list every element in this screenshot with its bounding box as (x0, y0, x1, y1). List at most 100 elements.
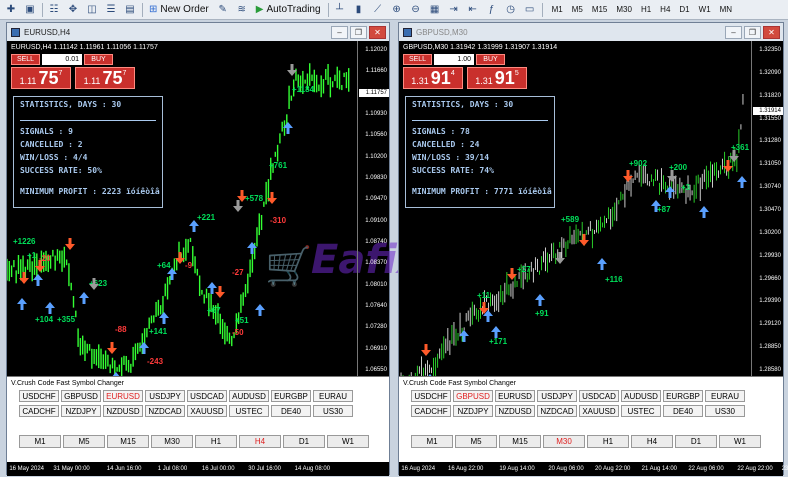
toolbar-tf-h1[interactable]: H1 (641, 5, 651, 14)
buy-price-button[interactable]: 1.31 91 5 (467, 67, 527, 89)
timeframe-button-m5[interactable]: M5 (455, 435, 497, 448)
symbol-button-us30[interactable]: US30 (705, 405, 745, 417)
symbol-button-eurgbp[interactable]: EURGBP (271, 390, 311, 402)
timeframe-button-m30[interactable]: M30 (151, 435, 193, 448)
symbol-button-xauusd[interactable]: XAUUSD (187, 405, 227, 417)
sell-price-button[interactable]: 1.31 91 4 (403, 67, 463, 89)
symbol-button-audusd[interactable]: AUDUSD (229, 390, 269, 402)
bar-chart-icon[interactable]: ┴ (332, 2, 348, 18)
timeframe-button-m30[interactable]: M30 (543, 435, 585, 448)
close-icon[interactable]: ✕ (369, 25, 386, 39)
toolbar-tf-h4[interactable]: H4 (660, 5, 670, 14)
symbol-button-usdjpy[interactable]: USDJPY (145, 390, 185, 402)
timeframe-button-m1[interactable]: M1 (411, 435, 453, 448)
toolbar-tf-m1[interactable]: M1 (552, 5, 563, 14)
lot-size-input[interactable]: 0.01 (42, 54, 82, 65)
minimize-icon[interactable]: – (725, 25, 742, 39)
zoom-in-icon[interactable]: ⊕ (389, 2, 405, 18)
symbol-button-xauusd[interactable]: XAUUSD (579, 405, 619, 417)
maximize-icon[interactable]: ❐ (350, 25, 367, 39)
timeframe-button-m5[interactable]: M5 (63, 435, 105, 448)
sell-button[interactable]: SELL (11, 54, 40, 65)
symbol-button-eurau[interactable]: EURAU (313, 390, 353, 402)
price-axis[interactable]: 1.32350 1.32090 1.31820 1.31550 1.31280 1.310… (751, 41, 783, 376)
metaeditor-icon[interactable]: ✎ (215, 2, 231, 18)
symbol-button-de40[interactable]: DE40 (271, 405, 311, 417)
timeframe-button-h1[interactable]: H1 (587, 435, 629, 448)
timeframe-button-m1[interactable]: M1 (19, 435, 61, 448)
buy-price-button[interactable]: 1.11 75 7 (75, 67, 135, 89)
toolbar-tf-m15[interactable]: M15 (592, 5, 608, 14)
toolbar-tf-d1[interactable]: D1 (679, 5, 689, 14)
buy-button[interactable]: BUY (476, 54, 505, 65)
tile-icon[interactable]: ▦ (427, 2, 443, 18)
symbol-button-usdjpy[interactable]: USDJPY (537, 390, 577, 402)
chart-window-gbpusd[interactable]: GBPUSD,M30 –❐✕ EafixGBPUSD,M30 1.31942 1.3… (398, 22, 788, 476)
data-window-icon[interactable]: ◫ (84, 2, 100, 18)
chart-area[interactable]: 🛒 Eafix EURUSD,H4 1.11142 1.11961 1.11056 … (7, 41, 423, 399)
symbol-button-nzdusd[interactable]: NZDUSD (103, 405, 143, 417)
symbol-button-audusd[interactable]: AUDUSD (621, 390, 661, 402)
sell-button[interactable]: SELL (403, 54, 432, 65)
timeframe-button-h4[interactable]: H4 (631, 435, 673, 448)
symbol-button-gbpusd[interactable]: GBPUSD (453, 390, 493, 402)
symbol-button-cadchf[interactable]: CADCHF (411, 405, 451, 417)
terminal-icon[interactable]: ▤ (122, 2, 138, 18)
symbol-button-gbpusd[interactable]: GBPUSD (61, 390, 101, 402)
symbol-button-eurusd[interactable]: EURUSD (495, 390, 535, 402)
symbol-button-eurgbp[interactable]: EURGBP (663, 390, 703, 402)
minimize-icon[interactable]: – (331, 25, 348, 39)
timeframe-button-m15[interactable]: M15 (107, 435, 149, 448)
toolbar-tf-mn[interactable]: MN (720, 5, 732, 14)
timeframe-button-w1[interactable]: W1 (327, 435, 369, 448)
timeframe-button-h4[interactable]: H4 (239, 435, 281, 448)
maximize-icon[interactable]: ❐ (744, 25, 761, 39)
symbol-button-nzdjpy[interactable]: NZDJPY (453, 405, 493, 417)
symbol-button-ustec[interactable]: USTEC (621, 405, 661, 417)
lot-size-input[interactable]: 1.00 (434, 54, 474, 65)
toolbar-tf-m30[interactable]: M30 (616, 5, 632, 14)
symbol-button-usdcad[interactable]: USDCAD (187, 390, 227, 402)
toolbar-tf-w1[interactable]: W1 (699, 5, 711, 14)
line-chart-icon[interactable]: ⟋ (370, 2, 386, 18)
signals-icon[interactable]: ≋ (234, 2, 250, 18)
price-axis[interactable]: 1.120201.116601.112901.109301.105601.102… (357, 41, 389, 376)
timeframe-button-d1[interactable]: D1 (675, 435, 717, 448)
timeframe-button-d1[interactable]: D1 (283, 435, 325, 448)
chart-window-eurusd[interactable]: EURUSD,H4 – ❐ ✕ 🛒 Eafix EURUSD,H4 1.11142 1.11… (6, 22, 423, 476)
sell-price-button[interactable]: 1.11 75 7 (11, 67, 71, 89)
navigator-icon[interactable]: ☰ (103, 2, 119, 18)
autotrading-button[interactable]: ▶ AutoTrading (253, 4, 324, 15)
candle-chart-icon[interactable]: ▮ (351, 2, 367, 18)
timeframe-button-w1[interactable]: W1 (719, 435, 761, 448)
zoom-out-icon[interactable]: ⊖ (408, 2, 424, 18)
symbol-button-nzdcad[interactable]: NZDCAD (145, 405, 185, 417)
symbol-button-ustec[interactable]: USTEC (229, 405, 269, 417)
crosshair-icon[interactable]: ✥ (65, 2, 81, 18)
chart-area[interactable]: EafixGBPUSD,M30 1.31942 1.31999 1.31907 … (399, 41, 783, 386)
new-order-button[interactable]: ⊞ New Order (146, 4, 212, 15)
symbol-button-usdcad[interactable]: USDCAD (579, 390, 619, 402)
close-icon[interactable]: ✕ (763, 25, 780, 39)
templates-icon[interactable]: ▭ (522, 2, 538, 18)
toolbar-tf-m5[interactable]: M5 (572, 5, 583, 14)
symbol-button-eurusd[interactable]: EURUSD (103, 390, 143, 402)
autoscroll-icon[interactable]: ⇥ (446, 2, 462, 18)
symbol-button-usdchf[interactable]: USDCHF (411, 390, 451, 402)
market-watch-icon[interactable]: ☷ (46, 2, 62, 18)
symbol-button-cadchf[interactable]: CADCHF (19, 405, 59, 417)
symbol-button-eurau[interactable]: EURAU (705, 390, 745, 402)
symbol-button-us30[interactable]: US30 (313, 405, 353, 417)
new-chart-icon[interactable]: ✚ (3, 2, 19, 18)
timeframe-button-m15[interactable]: M15 (499, 435, 541, 448)
symbol-button-usdchf[interactable]: USDCHF (19, 390, 59, 402)
indicators-icon[interactable]: ƒ (484, 2, 500, 18)
symbol-button-de40[interactable]: DE40 (663, 405, 703, 417)
shift-icon[interactable]: ⇤ (465, 2, 481, 18)
symbol-button-nzdjpy[interactable]: NZDJPY (61, 405, 101, 417)
symbol-button-nzdcad[interactable]: NZDCAD (537, 405, 577, 417)
timeframe-button-h1[interactable]: H1 (195, 435, 237, 448)
buy-button[interactable]: BUY (84, 54, 113, 65)
profiles-icon[interactable]: ▣ (22, 2, 38, 18)
symbol-button-nzdusd[interactable]: NZDUSD (495, 405, 535, 417)
